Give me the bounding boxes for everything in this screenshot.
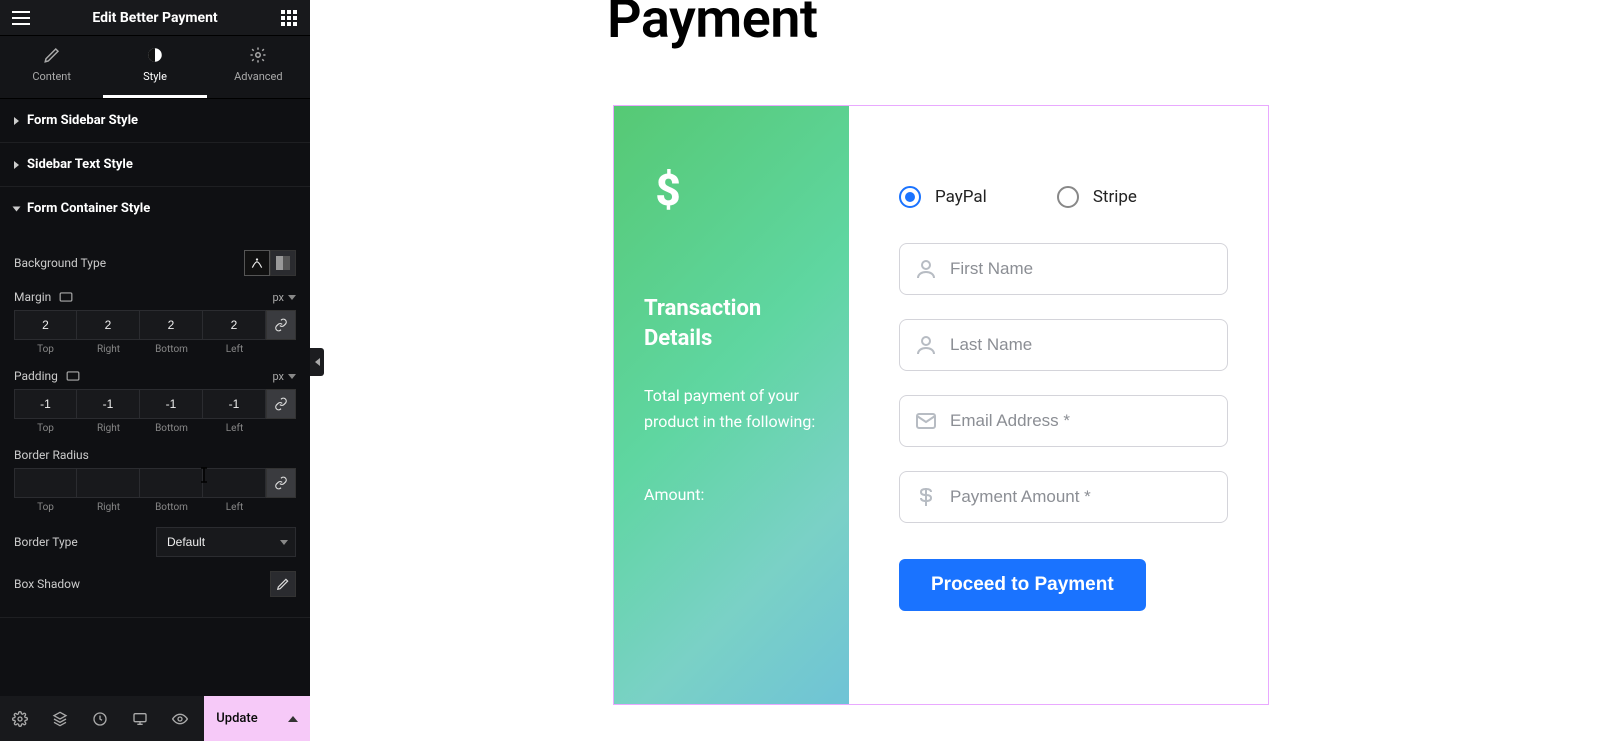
menu-icon[interactable] <box>10 7 32 29</box>
caret-right-icon <box>14 117 19 125</box>
section-title: Form Sidebar Style <box>27 113 138 128</box>
tab-label: Advanced <box>234 70 282 83</box>
first-name-input[interactable] <box>950 259 1213 279</box>
section-toggle[interactable]: Form Container Style <box>0 187 310 230</box>
apps-icon[interactable] <box>278 7 300 29</box>
history-icon[interactable] <box>80 696 120 741</box>
margin-right-input[interactable] <box>77 310 140 340</box>
tab-label: Style <box>143 70 167 83</box>
padding-label: Padding <box>14 369 80 383</box>
radio-label: Stripe <box>1093 187 1137 207</box>
amount-field[interactable] <box>899 471 1228 523</box>
dollar-sign-icon <box>914 485 938 509</box>
sections-scroll[interactable]: Form Sidebar Style Sidebar Text Style Fo… <box>0 99 310 696</box>
margin-unit-select[interactable]: px <box>272 291 296 304</box>
section-sidebar-text-style: Sidebar Text Style <box>0 143 310 187</box>
preview-icon[interactable] <box>160 696 200 741</box>
responsive-icon[interactable] <box>66 370 80 382</box>
padding-top-input[interactable] <box>14 389 77 419</box>
border-radius-label: Border Radius <box>14 448 89 462</box>
margin-left-input[interactable] <box>203 310 266 340</box>
padding-left-input[interactable] <box>203 389 266 419</box>
section-title: Sidebar Text Style <box>27 157 133 172</box>
box-shadow-label: Box Shadow <box>14 577 80 591</box>
payment-sidebar: $ Transaction Details Total payment of y… <box>614 106 849 704</box>
margin-bottom-input[interactable] <box>140 310 203 340</box>
section-toggle[interactable]: Form Sidebar Style <box>0 99 310 142</box>
border-type-select[interactable]: Default <box>156 527 296 557</box>
panel-tabs: Content Style Advanced <box>0 36 310 99</box>
transaction-desc: Total payment of your product in the fol… <box>644 383 819 434</box>
margin-label: Margin <box>14 290 73 304</box>
padding-right-input[interactable] <box>77 389 140 419</box>
tab-content[interactable]: Content <box>0 36 103 98</box>
dollar-icon: $ <box>644 166 692 214</box>
radio-stripe[interactable]: Stripe <box>1057 186 1137 208</box>
radius-link-values-button[interactable] <box>266 468 296 498</box>
tab-label: Content <box>32 70 71 83</box>
background-type-label: Background Type <box>14 256 106 270</box>
section-toggle[interactable]: Sidebar Text Style <box>0 143 310 186</box>
box-shadow-edit-button[interactable] <box>270 571 296 597</box>
email-input[interactable] <box>950 411 1213 431</box>
section-form-sidebar-style: Form Sidebar Style <box>0 99 310 143</box>
panel-header: Edit Better Payment <box>0 0 310 36</box>
caret-down-icon <box>13 206 21 211</box>
radio-paypal[interactable]: PayPal <box>899 186 987 208</box>
email-field[interactable] <box>899 395 1228 447</box>
border-type-label: Border Type <box>14 535 78 549</box>
bg-type-gradient-button[interactable] <box>270 250 296 276</box>
proceed-button[interactable]: Proceed to Payment <box>899 559 1146 611</box>
panel-footer: Update <box>0 696 310 741</box>
first-name-field[interactable] <box>899 243 1228 295</box>
navigator-icon[interactable] <box>40 696 80 741</box>
section-form-container-style: Form Container Style Background Type <box>0 187 310 618</box>
bg-type-classic-button[interactable] <box>244 250 270 276</box>
caret-right-icon <box>14 161 19 169</box>
user-icon <box>914 333 938 357</box>
margin-link-values-button[interactable] <box>266 310 296 340</box>
responsive-icon[interactable] <box>59 291 73 303</box>
radio-label: PayPal <box>935 187 987 207</box>
user-icon <box>914 257 938 281</box>
radius-bottom-input[interactable] <box>140 468 203 498</box>
responsive-mode-icon[interactable] <box>120 696 160 741</box>
last-name-input[interactable] <box>950 335 1213 355</box>
amount-input[interactable] <box>950 487 1213 507</box>
radius-top-input[interactable] <box>14 468 77 498</box>
mail-icon <box>914 409 938 433</box>
better-payment-widget[interactable]: $ Transaction Details Total payment of y… <box>613 105 1269 705</box>
radius-right-input[interactable] <box>77 468 140 498</box>
tab-style[interactable]: Style <box>103 36 206 98</box>
tab-advanced[interactable]: Advanced <box>207 36 310 98</box>
last-name-field[interactable] <box>899 319 1228 371</box>
section-title: Form Container Style <box>27 201 150 216</box>
transaction-title: Transaction Details <box>644 294 819 353</box>
padding-unit-select[interactable]: px <box>272 370 296 383</box>
radius-left-input[interactable] <box>203 468 266 498</box>
settings-icon[interactable] <box>0 696 40 741</box>
editor-panel: Edit Better Payment Content Style Advanc… <box>0 0 310 741</box>
update-button[interactable]: Update <box>204 696 310 741</box>
update-label: Update <box>216 711 257 726</box>
chevron-up-icon <box>288 716 298 722</box>
margin-top-input[interactable] <box>14 310 77 340</box>
padding-bottom-input[interactable] <box>140 389 203 419</box>
padding-link-values-button[interactable] <box>266 389 296 419</box>
payment-form: PayPal Stripe <box>849 106 1268 704</box>
panel-title: Edit Better Payment <box>32 10 278 26</box>
chevron-down-icon <box>280 540 288 545</box>
page-title: Payment <box>607 0 818 51</box>
amount-label: Amount: <box>644 485 819 504</box>
panel-collapse-handle[interactable] <box>310 348 324 376</box>
editor-canvas[interactable]: Payment $ Transaction Details Total paym… <box>310 0 1600 741</box>
